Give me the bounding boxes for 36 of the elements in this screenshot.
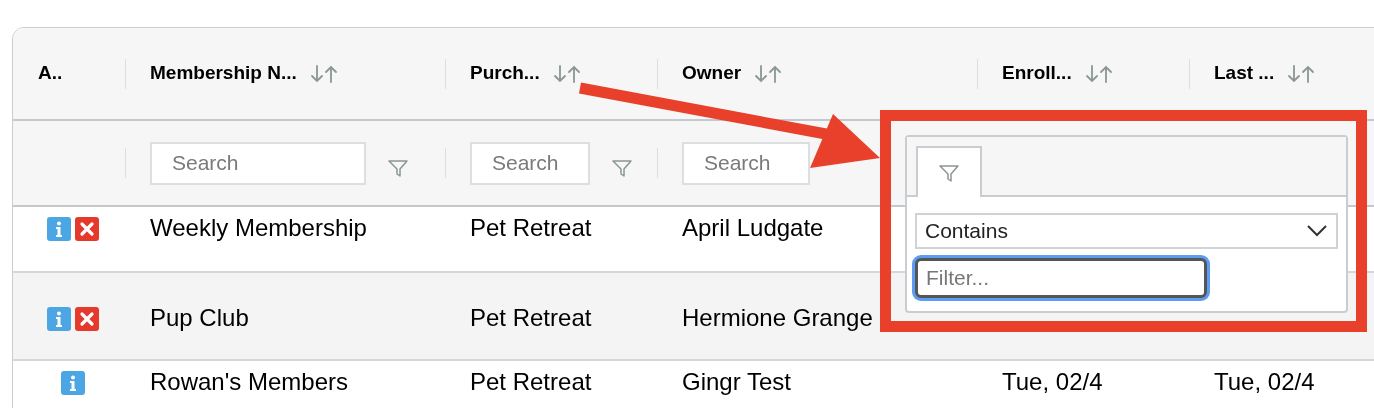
filter-input[interactable]: Filter...	[915, 258, 1207, 298]
delete-icon[interactable]	[74, 307, 99, 331]
table-cell: Weekly Membership	[150, 213, 367, 243]
info-icon[interactable]	[46, 307, 71, 331]
table-cell: Pup Club	[150, 303, 249, 333]
table-cell: April Ludgate	[682, 213, 824, 243]
column-header[interactable]: A..	[38, 59, 63, 88]
table-cell: Tue, 02/4	[1214, 367, 1315, 397]
search-field[interactable]: Search	[682, 141, 810, 185]
operator-dropdown[interactable]: Contains	[915, 213, 1338, 249]
chevron-down-icon	[1306, 224, 1328, 238]
info-icon[interactable]	[60, 371, 85, 395]
sort-icon[interactable]	[1083, 63, 1114, 84]
info-icon[interactable]	[46, 217, 71, 241]
filter-tab[interactable]	[916, 146, 982, 197]
sort-icon[interactable]	[753, 63, 784, 84]
delete-icon[interactable]	[74, 217, 99, 241]
search-field[interactable]: Search	[150, 141, 366, 185]
table-cell: Pet Retreat	[470, 213, 592, 243]
filter-icon[interactable]	[386, 157, 410, 179]
sort-icon[interactable]	[308, 63, 339, 84]
column-header[interactable]: Membership N...	[150, 59, 297, 88]
column-header[interactable]: Last ...	[1214, 59, 1275, 88]
table-cell: Rowan's Members	[150, 367, 348, 397]
table-cell: Hermione Grange	[682, 303, 873, 333]
search-field[interactable]: Search	[470, 141, 590, 185]
sort-icon[interactable]	[551, 63, 582, 84]
table-cell: Pet Retreat	[470, 367, 592, 397]
column-header[interactable]: Enroll...	[1002, 59, 1072, 88]
sort-icon[interactable]	[1286, 63, 1317, 84]
table-cell: Pet Retreat	[470, 303, 592, 333]
column-header[interactable]: Owner	[682, 59, 742, 88]
table-cell: Gingr Test	[682, 367, 791, 397]
filter-icon[interactable]	[610, 157, 634, 179]
table-cell: Tue, 02/4	[1002, 367, 1103, 397]
column-header[interactable]: Purch...	[470, 59, 540, 88]
